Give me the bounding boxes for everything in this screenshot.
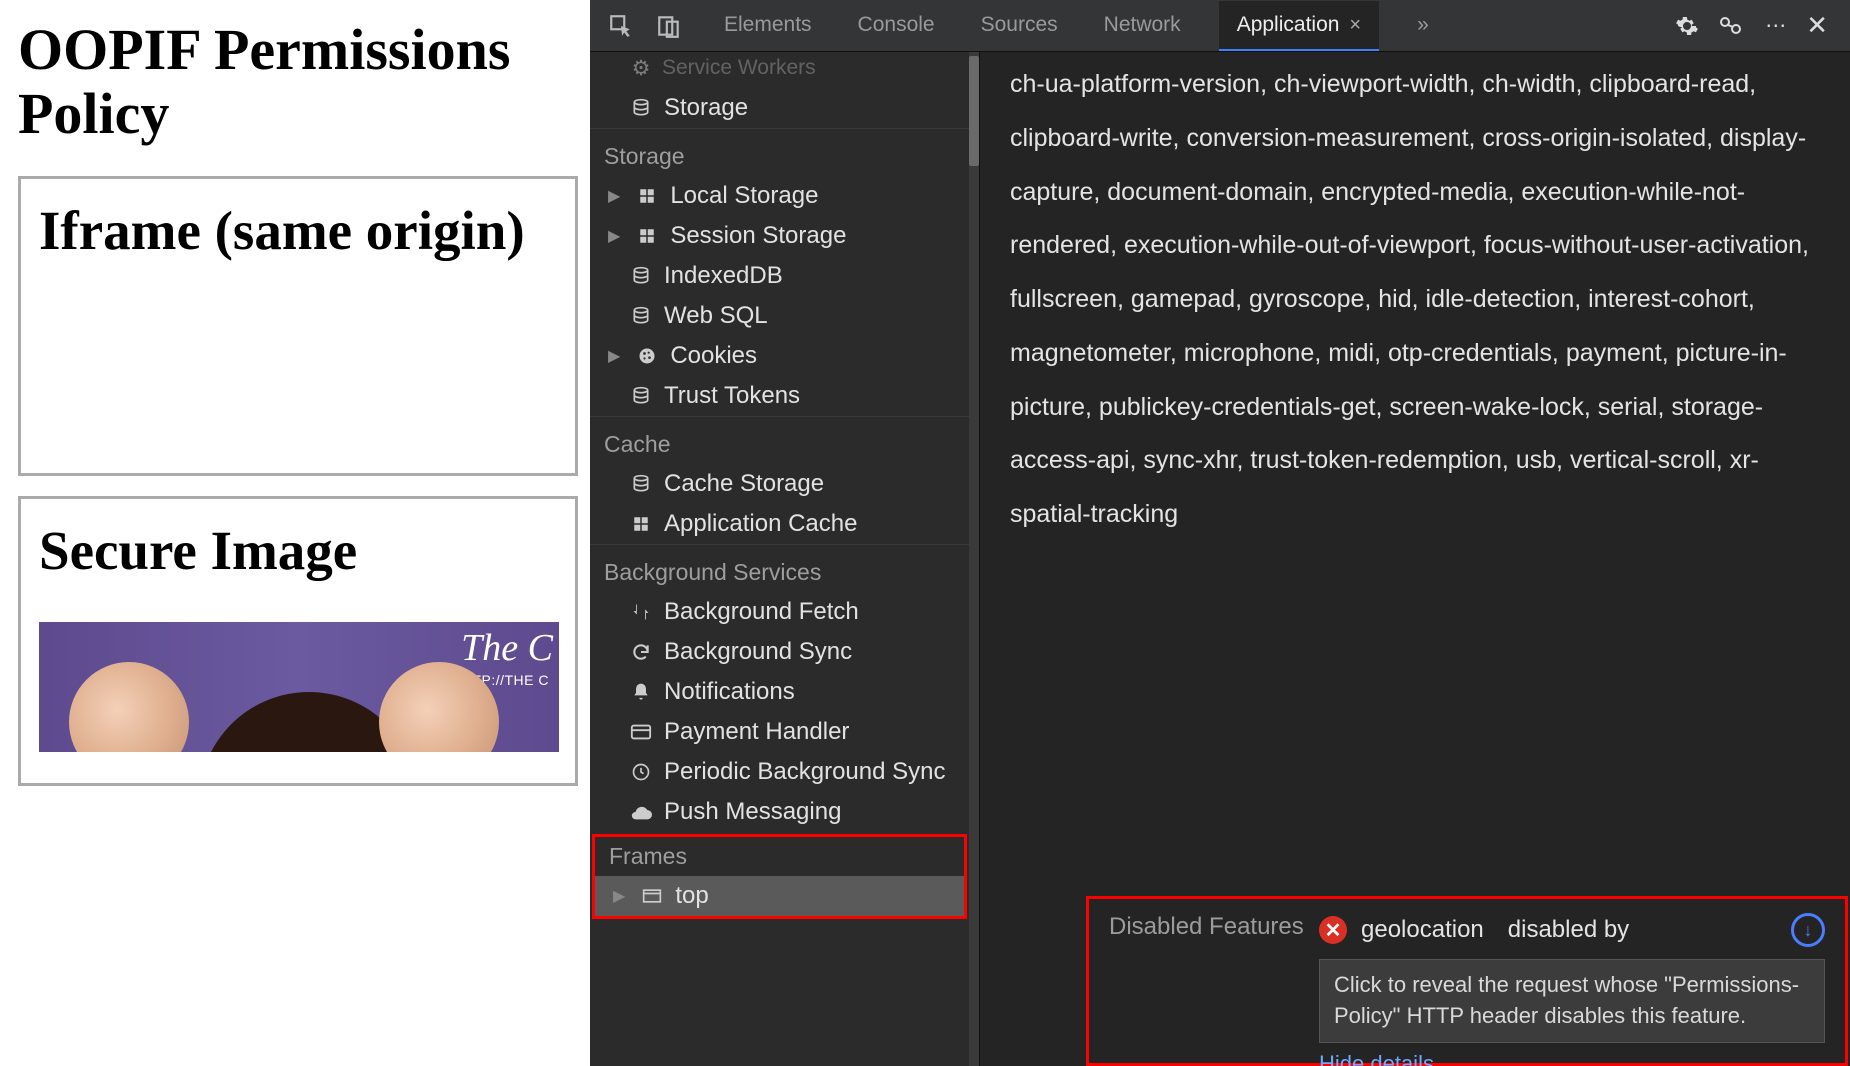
- sidebar-item-websql[interactable]: Web SQL: [590, 296, 969, 336]
- cookie-icon: [636, 345, 658, 367]
- tab-elements[interactable]: Elements: [716, 1, 820, 51]
- disabled-feature-after: disabled by: [1508, 916, 1629, 944]
- sidebar-item-cache-storage[interactable]: Cache Storage: [590, 464, 969, 504]
- sidebar-item-local-storage[interactable]: ▶Local Storage: [590, 176, 969, 216]
- tab-network[interactable]: Network: [1096, 1, 1189, 51]
- sidebar-item-label: Storage: [664, 94, 748, 122]
- disabled-feature-name: geolocation: [1361, 916, 1484, 944]
- database-icon: [630, 473, 652, 495]
- grid-icon: [630, 513, 652, 535]
- activity-icon[interactable]: [1719, 16, 1745, 36]
- page-title: OOPIF Permissions Policy: [18, 18, 590, 146]
- iframe-heading: Iframe (same origin): [39, 199, 557, 262]
- sidebar-item-service-workers[interactable]: Service Workers: [662, 56, 816, 80]
- sidebar-item-application-cache[interactable]: Application Cache: [590, 504, 969, 544]
- database-icon: [630, 385, 652, 407]
- cloud-icon: [630, 801, 652, 823]
- sync-icon: [630, 641, 652, 663]
- sidebar-item-storage-top[interactable]: Storage: [590, 88, 969, 128]
- database-icon: [630, 305, 652, 327]
- sidebar-item-cookies[interactable]: ▶Cookies: [590, 336, 969, 376]
- local-storage-icon: [636, 185, 658, 207]
- tab-sources[interactable]: Sources: [973, 1, 1066, 51]
- sidebar-item-bg-sync[interactable]: Background Sync: [590, 632, 969, 672]
- sidebar-item-push[interactable]: Push Messaging: [590, 792, 969, 832]
- sidebar-item-trust-tokens[interactable]: Trust Tokens: [590, 376, 969, 416]
- sidebar-scrollbar[interactable]: [969, 52, 979, 1066]
- bell-icon: [630, 681, 652, 703]
- embedded-image: The C HTTP://THE C: [39, 622, 559, 752]
- error-icon: ✕: [1319, 916, 1347, 944]
- transfer-icon: [630, 601, 652, 623]
- tab-application[interactable]: Application: [1219, 1, 1379, 51]
- secure-image-frame: Secure Image The C HTTP://THE C: [18, 496, 578, 786]
- sidebar-section-cache: Cache: [590, 416, 969, 464]
- devtools-tabbar: Elements Console Sources Network Applica…: [590, 0, 1850, 52]
- session-storage-icon: [636, 225, 658, 247]
- secure-image-heading: Secure Image: [39, 519, 557, 582]
- tab-console[interactable]: Console: [850, 1, 943, 51]
- credit-card-icon: [630, 721, 652, 743]
- application-sidebar: ⚙ Service Workers Storage Storage ▶Local…: [590, 52, 980, 1066]
- frame-icon: [641, 885, 663, 907]
- sidebar-section-bg: Background Services: [590, 544, 969, 592]
- sidebar-item-frame-top[interactable]: ▶ top: [595, 876, 964, 916]
- sidebar-section-storage: Storage: [590, 128, 969, 176]
- close-icon[interactable]: ✕: [1806, 10, 1828, 41]
- iframe-same-origin: Iframe (same origin): [18, 176, 578, 476]
- storage-icon: [630, 97, 652, 119]
- page-content: OOPIF Permissions Policy Iframe (same or…: [0, 0, 590, 1066]
- allowed-features-list: ch-ua-platform-version, ch-viewport-widt…: [1010, 52, 1820, 542]
- disabled-features-box: Disabled Features ✕ geolocation disabled…: [1086, 896, 1848, 1066]
- sidebar-item-bg-fetch[interactable]: Background Fetch: [590, 592, 969, 632]
- more-tabs-icon[interactable]: »: [1409, 1, 1437, 51]
- gear-icon[interactable]: [1675, 14, 1699, 38]
- sidebar-section-frames: Frames: [595, 837, 964, 876]
- sidebar-item-session-storage[interactable]: ▶Session Storage: [590, 216, 969, 256]
- sidebar-item-periodic-sync[interactable]: Periodic Background Sync: [590, 752, 969, 792]
- reveal-tooltip: Click to reveal the request whose "Permi…: [1319, 959, 1825, 1043]
- sidebar-item-indexeddb[interactable]: IndexedDB: [590, 256, 969, 296]
- hide-details-link[interactable]: Hide details: [1319, 1051, 1825, 1066]
- sidebar-item-notifications[interactable]: Notifications: [590, 672, 969, 712]
- frame-details: ch-ua-platform-version, ch-viewport-widt…: [980, 52, 1850, 1066]
- devtools-panel: Elements Console Sources Network Applica…: [590, 0, 1850, 1066]
- clock-icon: [630, 761, 652, 783]
- sidebar-item-payment-handler[interactable]: Payment Handler: [590, 712, 969, 752]
- frames-highlight-box: Frames ▶ top: [592, 834, 967, 919]
- kebab-icon[interactable]: ⋯: [1765, 13, 1786, 38]
- reveal-network-icon[interactable]: ↓: [1791, 913, 1825, 947]
- image-banner-title: The C: [461, 626, 553, 670]
- service-workers-icon: ⚙: [630, 57, 652, 79]
- disabled-features-label: Disabled Features: [1109, 913, 1319, 1049]
- database-icon: [630, 265, 652, 287]
- inspect-element-icon[interactable]: [600, 7, 642, 45]
- device-toolbar-icon[interactable]: [648, 7, 690, 45]
